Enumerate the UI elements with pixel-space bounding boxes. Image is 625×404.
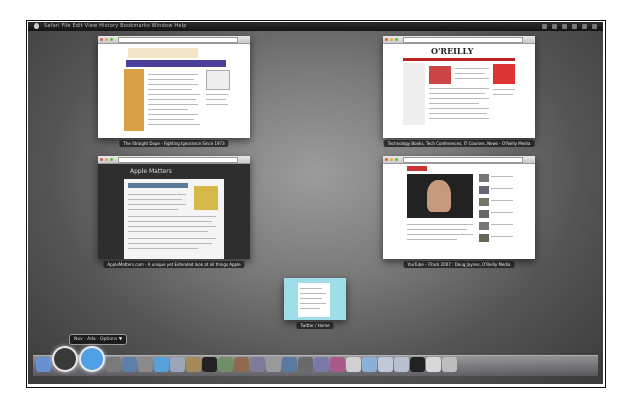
safari-icon[interactable] [79,346,105,372]
zoom-icon[interactable] [110,38,113,41]
photos-icon[interactable] [186,357,201,372]
app-icon[interactable] [250,357,265,372]
apple-menu-icon[interactable] [34,23,39,29]
close-icon[interactable] [385,38,388,41]
address-bar[interactable] [118,37,238,43]
app-icon[interactable] [362,357,377,372]
spotlight-menu-icon[interactable] [592,24,597,29]
window-youtube[interactable] [383,156,535,259]
window-toolbar [98,156,250,164]
battery-icon[interactable] [572,24,577,29]
trash-icon[interactable] [442,357,457,372]
bluetooth-icon[interactable] [542,24,547,29]
window-toolbar [383,36,535,44]
clock-icon[interactable] [582,24,587,29]
app-icon[interactable] [330,357,345,372]
xcode-icon[interactable] [122,357,137,372]
oreilly-logo: O'REILLY [431,46,474,56]
applematters-masthead: Apple Matters [130,168,172,175]
app-icon[interactable] [314,357,329,372]
menu-bar: Safari File Edit View History Bookmarks … [28,22,603,31]
menu-items[interactable]: Safari File Edit View History Bookmarks … [44,22,187,31]
app-icon[interactable] [234,357,249,372]
page-content: Apple Matters [98,164,250,259]
app-icon[interactable] [282,357,297,372]
app-icon[interactable] [426,357,441,372]
address-bar[interactable] [118,157,238,163]
close-icon[interactable] [100,158,103,161]
page-content: O'REILLY [383,44,535,138]
volume-icon[interactable] [562,24,567,29]
window-caption-twitter: Twitter / Home [296,322,334,329]
expose-desktop: Safari File Edit View History Bookmarks … [28,22,603,384]
terminal-icon[interactable] [202,357,217,372]
window-caption-oreilly: Technology Books, Tech Conferences, IT C… [383,140,535,147]
app-icon[interactable] [266,357,281,372]
page-content [383,164,535,259]
close-icon[interactable] [100,38,103,41]
window-twitter[interactable] [284,278,346,320]
zoom-icon[interactable] [395,38,398,41]
spotlight-icon[interactable] [106,357,121,372]
video-player[interactable] [407,174,473,218]
app-icon[interactable] [378,357,393,372]
minimize-icon[interactable] [390,158,393,161]
app-icon[interactable] [410,357,425,372]
window-caption-applematters: AppleMatters.com - A unique yet Extended… [103,261,245,268]
itunes-icon[interactable] [154,357,169,372]
window-caption-youtube: YouTube - iTrack 2007 : Doug Jaynes, O'R… [403,261,515,268]
minimize-icon[interactable] [105,158,108,161]
folder-icon[interactable] [170,357,185,372]
zoom-icon[interactable] [110,158,113,161]
window-toolbar [383,156,535,164]
app-icon[interactable] [298,357,313,372]
window-toolbar [98,36,250,44]
dashboard-icon[interactable] [52,346,78,372]
app-icon[interactable] [218,357,233,372]
dock-tooltip: Nov · Ada · Options ▼ [69,334,128,345]
window-applematters[interactable]: Apple Matters [98,156,250,259]
page-content [284,278,346,320]
app-icon[interactable] [394,357,409,372]
close-icon[interactable] [385,158,388,161]
minimize-icon[interactable] [390,38,393,41]
minimize-icon[interactable] [105,38,108,41]
app-icon[interactable] [346,357,361,372]
finder-icon[interactable] [36,357,51,372]
address-bar[interactable] [403,37,523,43]
page-content [98,44,250,138]
window-straight-dope[interactable] [98,36,250,138]
wifi-icon[interactable] [552,24,557,29]
status-icons [542,24,597,29]
zoom-icon[interactable] [395,158,398,161]
preview-icon[interactable] [138,357,153,372]
dock [36,346,458,372]
window-caption-straight-dope: The Straight Dope - Fighting Ignorance S… [119,140,229,147]
address-bar[interactable] [403,157,523,163]
window-oreilly[interactable]: O'REILLY [383,36,535,138]
